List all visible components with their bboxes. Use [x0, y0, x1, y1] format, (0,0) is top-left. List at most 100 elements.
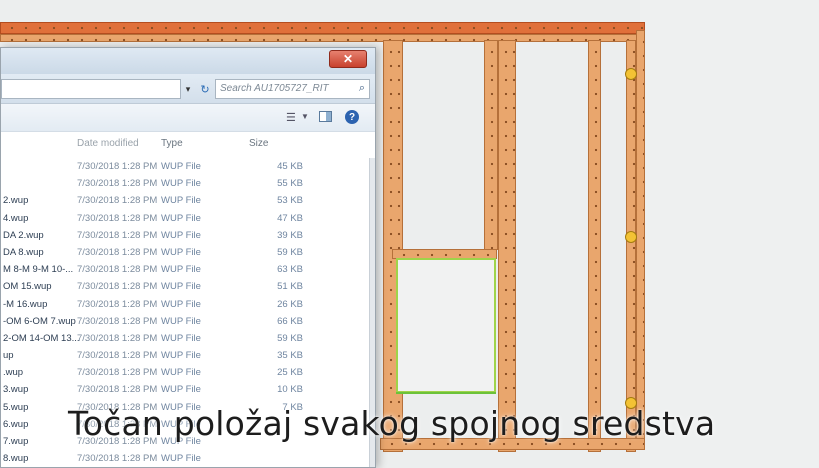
file-date: 7/30/2018 1:28 PM: [77, 315, 158, 327]
file-name: 3.wup: [3, 384, 29, 396]
window-opening[interactable]: [396, 258, 496, 393]
canvas-margin: [640, 0, 819, 468]
file-size: 45 KB: [277, 161, 303, 172]
file-row[interactable]: DA 2.wup 7/30/2018 1:28 PM WUP File 39 KB: [1, 227, 375, 244]
file-row[interactable]: -M 16.wup 7/30/2018 1:28 PM WUP File 26 KB: [1, 296, 375, 313]
file-row[interactable]: 2-OM 14-OM 13... 7/30/2018 1:28 PM WUP Fil…: [1, 330, 375, 347]
file-type: WUP File: [161, 453, 201, 465]
file-type: WUP File: [161, 315, 201, 327]
column-header-date[interactable]: Date modified: [77, 138, 139, 149]
search-placeholder: Search AU1705727_RIT: [220, 83, 329, 94]
file-row[interactable]: -OM 6-OM 7.wup 7/30/2018 1:28 PM WUP File 6…: [1, 313, 375, 330]
window-sill-line: [396, 392, 496, 394]
file-date: 7/30/2018 1:28 PM: [77, 161, 158, 172]
address-field[interactable]: [1, 79, 181, 99]
close-icon: ✕: [342, 52, 354, 66]
file-size: 59 KB: [277, 332, 303, 344]
file-row[interactable]: DA 8.wup 7/30/2018 1:28 PM WUP File 59 KB: [1, 244, 375, 261]
top-plate-beam[interactable]: [0, 22, 645, 34]
file-date: 7/30/2018 1:28 PM: [77, 367, 158, 379]
file-date: 7/30/2018 1:28 PM: [77, 350, 158, 362]
file-name: -M 16.wup: [3, 298, 48, 310]
file-size: 55 KB: [277, 178, 303, 190]
stud-right[interactable]: [626, 40, 636, 452]
file-type: WUP File: [161, 229, 201, 241]
file-name: 2-OM 14-OM 13...: [3, 332, 80, 344]
help-icon[interactable]: ?: [345, 110, 359, 124]
file-name: DA 8.wup: [3, 246, 44, 258]
file-date: 7/30/2018 1:28 PM: [77, 195, 158, 207]
chevron-down-icon[interactable]: ▾: [181, 79, 195, 99]
file-type: WUP File: [161, 332, 201, 344]
file-type: WUP File: [161, 246, 201, 258]
file-name: DA 2.wup: [3, 229, 44, 241]
file-name: 4.wup: [3, 212, 29, 224]
file-date: 7/30/2018 1:28 PM: [77, 212, 158, 224]
file-name: 2.wup: [3, 195, 29, 207]
window-titlebar[interactable]: ✕: [1, 48, 375, 74]
file-date: 7/30/2018 1:28 PM: [77, 229, 158, 241]
close-button[interactable]: ✕: [329, 50, 367, 68]
file-name: -OM 6-OM 7.wup: [3, 315, 76, 327]
file-row[interactable]: .wup 7/30/2018 1:28 PM WUP File 25 KB: [1, 364, 375, 381]
file-size: 47 KB: [277, 212, 303, 224]
file-row[interactable]: 8.wup 7/30/2018 1:28 PM WUP File: [1, 450, 375, 467]
file-row[interactable]: 7/30/2018 1:28 PM WUP File 45 KB: [1, 158, 375, 175]
file-name: 7.wup: [3, 436, 29, 447]
column-header-type[interactable]: Type: [161, 138, 183, 149]
file-size: 35 KB: [277, 350, 303, 362]
file-size: 53 KB: [277, 195, 303, 207]
file-name: 5.wup: [3, 401, 29, 413]
top-plate-lower-beam[interactable]: [0, 34, 645, 42]
file-row[interactable]: 2.wup 7/30/2018 1:28 PM WUP File 53 KB: [1, 192, 375, 209]
file-type: WUP File: [161, 195, 201, 207]
connector-marker[interactable]: [625, 68, 637, 80]
column-header-size[interactable]: Size: [249, 138, 268, 149]
file-size: 63 KB: [277, 264, 303, 276]
file-row[interactable]: 7/30/2018 1:28 PM WUP File 55 KB: [1, 175, 375, 192]
file-name: .wup: [3, 367, 24, 379]
stud-right-inner[interactable]: [588, 40, 601, 452]
file-date: 7/30/2018 1:28 PM: [77, 246, 158, 258]
file-date: 7/30/2018 1:28 PM: [77, 453, 158, 465]
file-size: 10 KB: [277, 384, 303, 396]
file-date: 7/30/2018 1:28 PM: [77, 281, 158, 293]
stud-cripple[interactable]: [484, 40, 498, 250]
file-row[interactable]: 4.wup 7/30/2018 1:28 PM WUP File 47 KB: [1, 210, 375, 227]
file-row[interactable]: M 8-M 9-M 10-... 7/30/2018 1:28 PM WUP Fil…: [1, 261, 375, 278]
chevron-down-icon[interactable]: ▼: [301, 112, 309, 121]
file-row[interactable]: 3.wup 7/30/2018 1:28 PM WUP File 10 KB: [1, 381, 375, 398]
file-size: 66 KB: [277, 315, 303, 327]
file-size: 39 KB: [277, 229, 303, 241]
view-options-icon[interactable]: ☰: [286, 111, 296, 124]
file-date: 7/30/2018 1:28 PM: [77, 178, 158, 190]
stud-edge[interactable]: [636, 30, 645, 450]
file-type: WUP File: [161, 384, 201, 396]
monitor-screen: ✕ ▾ ↻ Search AU1705727_RIT ⌕ ☰ ▼ ? Date …: [0, 0, 819, 468]
search-input[interactable]: Search AU1705727_RIT ⌕: [215, 79, 370, 99]
file-date: 7/30/2018 1:28 PM: [77, 332, 158, 344]
column-headers: Date modified Type Size: [1, 132, 375, 158]
refresh-icon[interactable]: ↻: [197, 79, 213, 99]
file-size: 51 KB: [277, 281, 303, 293]
file-date: 7/30/2018 1:28 PM: [77, 264, 158, 276]
file-type: WUP File: [161, 281, 201, 293]
file-date: 7/30/2018 1:28 PM: [77, 384, 158, 396]
file-size: 26 KB: [277, 298, 303, 310]
caption-text: Točan položaj svakog spojnog sredstva: [68, 404, 716, 443]
connector-marker[interactable]: [625, 231, 637, 243]
file-name: OM 15.wup: [3, 281, 52, 293]
file-type: WUP File: [161, 264, 201, 276]
file-row[interactable]: up 7/30/2018 1:28 PM WUP File 35 KB: [1, 347, 375, 364]
search-icon[interactable]: ⌕: [359, 82, 365, 95]
file-size: 25 KB: [277, 367, 303, 379]
stud-middle[interactable]: [498, 40, 516, 452]
file-type: WUP File: [161, 178, 201, 190]
file-type: WUP File: [161, 212, 201, 224]
file-name: up: [3, 350, 14, 362]
file-type: WUP File: [161, 298, 201, 310]
file-row[interactable]: OM 15.wup 7/30/2018 1:28 PM WUP File 51 KB: [1, 278, 375, 295]
preview-pane-icon[interactable]: [319, 111, 332, 122]
file-name: M 8-M 9-M 10-...: [3, 264, 74, 276]
file-size: 59 KB: [277, 246, 303, 258]
